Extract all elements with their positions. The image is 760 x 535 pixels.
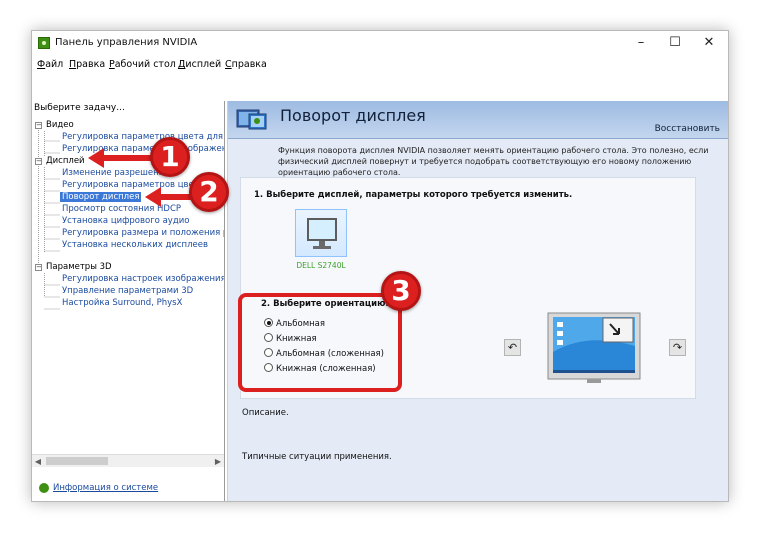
callout-badge-3: 3 xyxy=(381,271,421,311)
tree-item-3d-settings[interactable]: Параметры 3D xyxy=(46,262,112,272)
usage-label: Типичные ситуации применения. xyxy=(242,452,392,462)
nvidia-control-panel-window: Панель управления NVIDIA – ☐ ✕ Файл Прав… xyxy=(31,30,729,502)
minimize-button[interactable]: – xyxy=(624,31,658,57)
task-tree: − Видео Регулировка параметров цвета для… xyxy=(32,117,224,457)
description-label: Описание. xyxy=(242,408,289,418)
callout-badge-1: 1 xyxy=(150,137,190,177)
rotate-left-button[interactable]: ↶ xyxy=(504,339,521,356)
window-title: Панель управления NVIDIA xyxy=(55,37,198,48)
page-title: Поворот дисплея xyxy=(280,106,426,125)
callout-highlight-3 xyxy=(238,293,402,392)
callout-badge-2: 2 xyxy=(189,172,229,212)
menu-bar: Файл Правка Рабочий стол Дисплей Справка xyxy=(32,57,728,75)
tree-item-digital-audio[interactable]: Установка цифрового аудио xyxy=(62,216,189,226)
tree-item-hdcp-status[interactable]: Просмотр состояния HDCP xyxy=(62,204,181,214)
tree-item-3d-preview[interactable]: Регулировка настроек изображения с просм… xyxy=(62,274,224,284)
tree-horizontal-scrollbar[interactable]: ◀ ▶ xyxy=(32,454,224,467)
page-banner: Поворот дисплея Восстановить xyxy=(228,101,728,139)
display-selector-dell[interactable] xyxy=(295,209,347,257)
rotate-display-icon xyxy=(236,109,267,130)
menu-file[interactable]: Файл xyxy=(37,59,63,70)
tree-item-desktop-size[interactable]: Регулировка размера и положения рабочего… xyxy=(62,228,224,238)
system-info-label: Информация о системе xyxy=(53,483,159,493)
menu-help[interactable]: Справка xyxy=(225,59,267,70)
nvidia-info-icon xyxy=(39,483,49,493)
tree-item-rotate-display[interactable]: Поворот дисплея xyxy=(60,192,142,202)
system-info-link[interactable]: Информация о системе xyxy=(39,483,159,493)
monitor-icon xyxy=(307,218,337,249)
nvidia-app-icon xyxy=(38,37,50,49)
tree-item-video-color[interactable]: Регулировка параметров цвета для видео xyxy=(62,132,224,142)
menu-edit[interactable]: Правка xyxy=(69,59,105,70)
tree-item-3d-manage[interactable]: Управление параметрами 3D xyxy=(62,286,193,296)
page-description: Функция поворота дисплея NVIDIA позволяе… xyxy=(278,146,709,177)
tree-item-surround-physx[interactable]: Настройка Surround, PhysX xyxy=(62,298,182,308)
rotate-left-icon: ↶ xyxy=(507,341,518,354)
tree-item-video[interactable]: Видео xyxy=(46,120,74,130)
restore-defaults-link[interactable]: Восстановить xyxy=(655,124,720,134)
callout-arrow-1 xyxy=(88,148,154,168)
expander-3d[interactable]: − xyxy=(35,264,42,271)
rotate-right-button[interactable]: ↷ xyxy=(669,339,686,356)
expander-video[interactable]: − xyxy=(35,122,42,129)
tree-item-display[interactable]: Дисплей xyxy=(46,156,85,166)
tree-item-multiple-displays[interactable]: Установка нескольких дисплеев xyxy=(62,240,208,250)
menu-display[interactable]: Дисплей xyxy=(178,59,221,70)
task-panel-header: Выберите задачу... xyxy=(34,103,125,113)
close-button[interactable]: ✕ xyxy=(692,31,726,57)
menu-desktop[interactable]: Рабочий стол xyxy=(109,59,176,70)
scroll-thumb[interactable] xyxy=(46,457,108,465)
scroll-left-arrow-icon[interactable]: ◀ xyxy=(32,455,44,468)
scroll-right-arrow-icon[interactable]: ▶ xyxy=(212,455,224,468)
maximize-button[interactable]: ☐ xyxy=(658,31,692,57)
rotate-right-icon: ↷ xyxy=(672,341,683,354)
expander-display[interactable]: − xyxy=(35,158,42,165)
orientation-preview xyxy=(547,312,641,383)
title-bar: Панель управления NVIDIA – ☐ ✕ xyxy=(32,31,728,57)
step1-heading: 1. Выберите дисплей, параметры которого … xyxy=(254,190,573,200)
callout-arrow-2 xyxy=(145,187,193,207)
tree-item-video-image[interactable]: Регулировка параметров изображения для в… xyxy=(62,144,224,154)
tree-item-change-resolution[interactable]: Изменение разрешения xyxy=(62,168,169,178)
task-panel: Выберите задачу... − Видео Регулировка п… xyxy=(32,101,225,501)
display-name-label: DELL S2740L xyxy=(296,261,346,270)
